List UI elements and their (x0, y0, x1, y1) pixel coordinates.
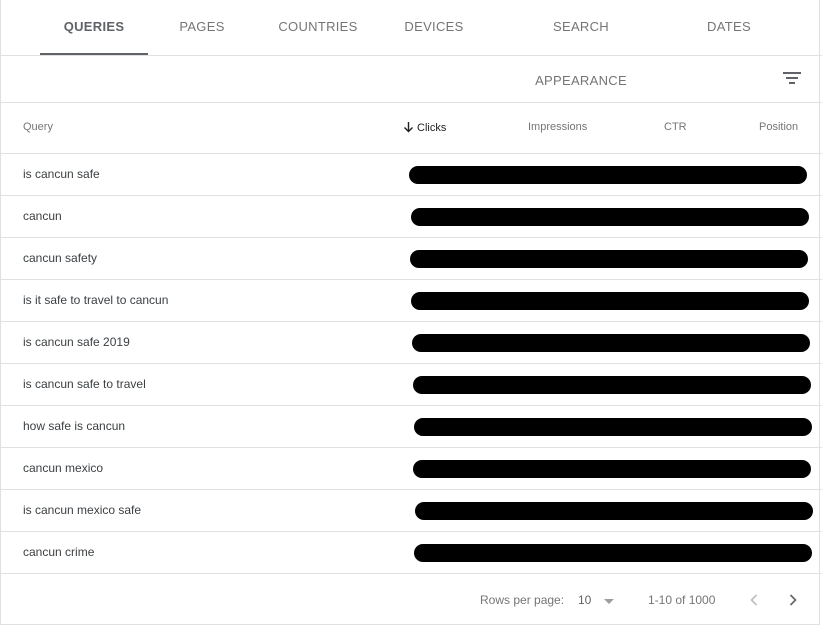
redacted-metrics (413, 460, 811, 478)
redacted-metrics (413, 376, 811, 394)
arrow-down-icon (404, 122, 413, 133)
redacted-metrics (409, 166, 807, 184)
filter-icon (783, 72, 801, 84)
query-cell: cancun mexico (23, 461, 104, 475)
dimension-tabs: QUERIES PAGES COUNTRIES DEVICES SEARCH A… (0, 0, 822, 88)
table-row[interactable]: cancun safety (0, 238, 822, 280)
dropdown-caret-icon[interactable] (604, 599, 614, 604)
redacted-metrics (411, 292, 809, 310)
table-header: Query Clicks Impressions CTR Position (0, 103, 822, 154)
chevron-left-icon (750, 594, 758, 606)
filter-button[interactable] (778, 64, 806, 92)
table-row[interactable]: is cancun mexico safe (0, 490, 822, 532)
rows-per-page-select[interactable]: 10 (578, 593, 591, 607)
column-header-ctr[interactable]: CTR (664, 121, 687, 133)
query-cell: is cancun safe (23, 167, 100, 181)
query-cell: how safe is cancun (23, 419, 126, 433)
query-cell: is cancun safe to travel (23, 377, 146, 391)
table-row[interactable]: is cancun safe 2019 (0, 322, 822, 364)
tab-queries[interactable]: QUERIES (40, 0, 148, 55)
tab-countries[interactable]: COUNTRIES (272, 0, 364, 55)
query-cell: cancun crime (23, 545, 95, 559)
rows-per-page-label: Rows per page: (480, 593, 565, 607)
query-cell: cancun (23, 209, 62, 223)
query-cell: is cancun safe 2019 (23, 335, 130, 349)
redacted-metrics (415, 502, 813, 520)
tab-pages[interactable]: PAGES (160, 0, 244, 55)
redacted-metrics (414, 418, 812, 436)
tab-dates[interactable]: DATES (700, 0, 758, 55)
table-pagination: Rows per page: 10 1-10 of 1000 (0, 574, 822, 625)
table-row[interactable]: is cancun safe (0, 154, 822, 196)
chevron-right-icon (789, 594, 797, 606)
redacted-metrics (411, 208, 809, 226)
column-header-impressions[interactable]: Impressions (528, 121, 587, 133)
table-row[interactable]: is cancun safe to travel (0, 364, 822, 406)
column-header-clicks-label: Clicks (417, 122, 447, 134)
redacted-metrics (412, 334, 810, 352)
previous-page-button[interactable] (742, 588, 766, 612)
column-header-position[interactable]: Position (759, 121, 798, 133)
table-row[interactable]: how safe is cancun (0, 406, 822, 448)
table-row[interactable]: cancun crime (0, 532, 822, 574)
table-row[interactable]: is it safe to travel to cancun (0, 280, 822, 322)
query-cell: is cancun mexico safe (23, 503, 142, 517)
tab-search-appearance[interactable]: SEARCH APPEARANCE (506, 0, 656, 88)
column-header-query[interactable]: Query (23, 121, 53, 133)
column-header-clicks[interactable]: Clicks (403, 121, 446, 134)
query-cell: is it safe to travel to cancun (23, 293, 169, 307)
redacted-metrics (410, 250, 808, 268)
next-page-button[interactable] (781, 588, 805, 612)
table-body: is cancun safe cancun cancun safety is i… (0, 154, 822, 574)
page-range: 1-10 of 1000 (648, 593, 716, 607)
table-toolbar (0, 56, 822, 103)
table-row[interactable]: cancun (0, 196, 822, 238)
table-row[interactable]: cancun mexico (0, 448, 822, 490)
tab-devices[interactable]: DEVICES (396, 0, 472, 55)
redacted-metrics (414, 544, 812, 562)
query-cell: cancun safety (23, 251, 98, 265)
